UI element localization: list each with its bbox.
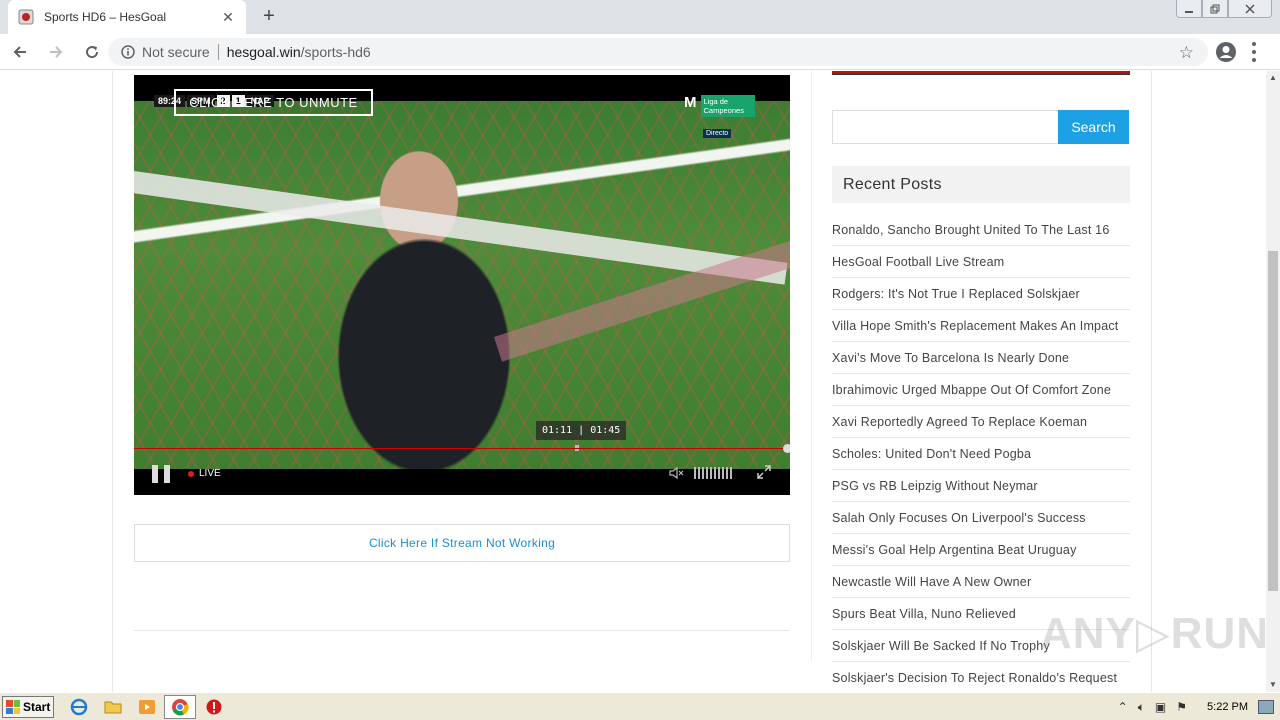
browser-toolbar: Not secure hesgoal.win/sports-hd6 ☆ bbox=[0, 34, 1280, 70]
site-favicon-icon bbox=[18, 9, 34, 25]
stream-not-working-link[interactable]: Click Here If Stream Not Working bbox=[134, 524, 790, 562]
new-tab-button[interactable]: + bbox=[258, 6, 280, 28]
channel-name: Liga de Campeones bbox=[700, 95, 755, 117]
live-label: LIVE bbox=[199, 468, 221, 479]
media-player-icon[interactable] bbox=[138, 698, 156, 716]
restore-button[interactable] bbox=[1202, 0, 1228, 18]
unmute-button[interactable]: CLICK HERE TO UNMUTE bbox=[174, 89, 373, 116]
player-controls: LIVE bbox=[134, 455, 790, 495]
tab-title: Sports HD6 – HesGoal bbox=[44, 10, 167, 24]
system-tray: ⌃ 🔈︎ ▣ ⚑ 5:22 PM bbox=[1118, 695, 1280, 719]
progress-bar[interactable] bbox=[134, 444, 790, 453]
taskbar: Start ⌃ 🔈︎ ▣ ⚑ 5:22 PM bbox=[0, 692, 1280, 720]
start-button[interactable]: Start bbox=[2, 696, 54, 718]
window-controls bbox=[1176, 0, 1272, 18]
clock[interactable]: 5:22 PM bbox=[1207, 701, 1248, 713]
forward-button[interactable] bbox=[40, 36, 72, 68]
channel-status: Directo bbox=[703, 129, 732, 138]
minimize-button[interactable] bbox=[1176, 0, 1202, 18]
broadcaster-branding: M Liga de Campeones Directo bbox=[684, 94, 755, 138]
browser-menu-icon[interactable] bbox=[1250, 42, 1258, 62]
video-player[interactable]: 89:24 SPM 2 1 NAP CLICK HERE TO UNMUTE M… bbox=[134, 75, 790, 495]
search-input[interactable] bbox=[832, 110, 1059, 144]
recent-post-link[interactable]: Xavi's Move To Barcelona Is Nearly Done bbox=[832, 342, 1130, 374]
bookmark-star-icon[interactable]: ☆ bbox=[1179, 43, 1194, 63]
browser-tab[interactable]: Sports HD6 – HesGoal ✕ bbox=[8, 0, 246, 34]
content-divider bbox=[134, 630, 790, 631]
current-time: 01:11 bbox=[542, 425, 573, 436]
address-bar[interactable]: Not secure hesgoal.win/sports-hd6 ☆ bbox=[108, 38, 1208, 66]
pause-icon[interactable] bbox=[152, 465, 170, 483]
anyrun-watermark: ANY▷RUN bbox=[1040, 609, 1266, 658]
recent-post-link[interactable]: Messi's Goal Help Argentina Beat Uruguay bbox=[832, 534, 1130, 566]
content-border-right bbox=[1151, 71, 1152, 692]
close-window-button[interactable] bbox=[1228, 0, 1272, 18]
scroll-down-icon[interactable]: ▼ bbox=[1266, 678, 1280, 692]
show-desktop-icon[interactable] bbox=[1258, 700, 1274, 714]
broadcaster-logo: M bbox=[684, 94, 697, 111]
recent-posts-heading: Recent Posts bbox=[832, 166, 1130, 203]
sidebar-divider bbox=[811, 71, 812, 661]
page-viewport: 89:24 SPM 2 1 NAP CLICK HERE TO UNMUTE M… bbox=[0, 71, 1266, 692]
recent-post-link[interactable]: PSG vs RB Leipzig Without Neymar bbox=[832, 470, 1130, 502]
time-display: 01:11 | 01:45 bbox=[536, 421, 627, 440]
recent-post-link[interactable]: HesGoal Football Live Stream bbox=[832, 246, 1130, 278]
page-scrollbar[interactable]: ▲ ▼ bbox=[1266, 71, 1280, 692]
recent-post-link[interactable]: Ronaldo, Sancho Brought United To The La… bbox=[832, 214, 1130, 246]
time-separator: | bbox=[578, 425, 591, 436]
tray-expand-icon[interactable]: ⌃ bbox=[1118, 700, 1128, 714]
profile-avatar-icon[interactable] bbox=[1214, 40, 1238, 64]
recent-post-link[interactable]: Scholes: United Don't Need Pogba bbox=[832, 438, 1130, 470]
recent-post-link[interactable]: Newcastle Will Have A New Owner bbox=[832, 566, 1130, 598]
folder-icon[interactable] bbox=[104, 698, 122, 716]
url-path: /sports-hd6 bbox=[300, 44, 371, 60]
sidebar-banner-edge bbox=[832, 71, 1130, 75]
recent-post-link[interactable]: Rodgers: It's Not True I Replaced Solskj… bbox=[832, 278, 1130, 310]
content-border-left bbox=[112, 71, 113, 692]
network-icon[interactable]: ▣ bbox=[1155, 700, 1166, 714]
fullscreen-icon[interactable] bbox=[756, 464, 772, 480]
volume-slider[interactable] bbox=[694, 467, 732, 479]
scrollbar-thumb[interactable] bbox=[1268, 251, 1278, 591]
security-label: Not secure bbox=[142, 44, 210, 60]
ie-icon[interactable] bbox=[70, 698, 88, 716]
search-button[interactable]: Search bbox=[1058, 110, 1129, 144]
url-host: hesgoal.win bbox=[226, 44, 301, 60]
url-text: hesgoal.win/sports-hd6 bbox=[227, 44, 371, 60]
progress-handle[interactable] bbox=[783, 444, 790, 453]
video-frame bbox=[134, 101, 790, 469]
recent-post-link[interactable]: Ibrahimovic Urged Mbappe Out Of Comfort … bbox=[832, 374, 1130, 406]
recent-post-link[interactable]: Solskjaer's Decision To Reject Ronaldo's… bbox=[832, 662, 1130, 692]
back-button[interactable] bbox=[4, 36, 36, 68]
back-arrow-icon bbox=[13, 45, 26, 58]
info-icon[interactable] bbox=[120, 44, 136, 60]
live-indicator: LIVE bbox=[188, 468, 221, 479]
windows-logo-icon bbox=[6, 700, 20, 714]
reload-icon bbox=[86, 45, 99, 58]
goal-line bbox=[134, 171, 788, 285]
omnibox-divider bbox=[217, 44, 219, 60]
reload-button[interactable] bbox=[76, 36, 108, 68]
forward-arrow-icon bbox=[50, 45, 63, 58]
chrome-icon[interactable] bbox=[171, 698, 189, 716]
duration: 01:45 bbox=[590, 425, 621, 436]
recent-post-link[interactable]: Xavi Reportedly Agreed To Replace Koeman bbox=[832, 406, 1130, 438]
action-center-flag-icon[interactable]: ⚑ bbox=[1176, 700, 1187, 714]
volume-icon[interactable]: 🔈︎ bbox=[1138, 700, 1145, 715]
speaker-muted-icon[interactable] bbox=[668, 465, 684, 481]
recent-post-link[interactable]: Villa Hope Smith's Replacement Makes An … bbox=[832, 310, 1130, 342]
recent-post-link[interactable]: Salah Only Focuses On Liverpool's Succes… bbox=[832, 502, 1130, 534]
start-label: Start bbox=[23, 700, 51, 714]
scroll-up-icon[interactable]: ▲ bbox=[1266, 71, 1280, 85]
tab-strip: Sports HD6 – HesGoal ✕ + bbox=[0, 0, 1280, 34]
warning-stop-icon[interactable] bbox=[205, 698, 223, 716]
live-dot-icon bbox=[188, 470, 194, 477]
tab-close-icon[interactable]: ✕ bbox=[220, 9, 236, 26]
